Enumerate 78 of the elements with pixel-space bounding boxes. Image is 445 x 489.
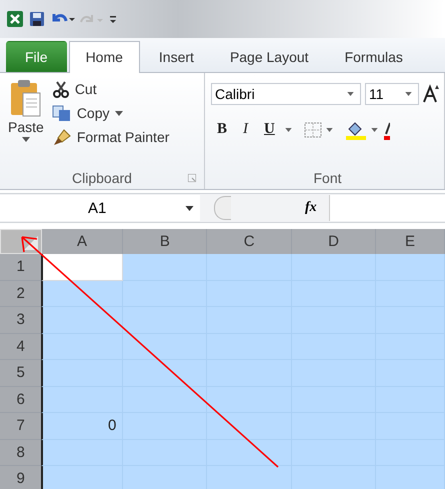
group-title: Clipboard xyxy=(72,170,132,186)
redo-icon xyxy=(80,14,104,24)
dropdown-arrow-icon xyxy=(185,206,194,210)
file-tab[interactable]: File xyxy=(6,41,67,72)
table-cell[interactable] xyxy=(41,360,124,386)
group-title: Font xyxy=(313,170,342,186)
copy-button[interactable]: Copy xyxy=(50,101,172,125)
row-header[interactable]: 6 xyxy=(0,386,42,413)
bold-button[interactable]: B xyxy=(211,119,234,140)
table-cell[interactable] xyxy=(41,386,124,413)
dropdown-arrow-icon[interactable] xyxy=(284,128,292,132)
cut-button[interactable]: Cut xyxy=(50,77,172,101)
copy-icon xyxy=(52,104,72,122)
table-cell[interactable] xyxy=(41,334,124,360)
row-header[interactable]: 2 xyxy=(0,280,42,307)
font-color-icon[interactable] xyxy=(382,120,390,140)
table-cell[interactable] xyxy=(207,254,292,280)
table-cell[interactable]: 0 xyxy=(41,413,124,440)
table-cell[interactable] xyxy=(123,334,208,360)
underline-button[interactable]: U xyxy=(258,119,281,140)
ribbon-tab[interactable]: Formulas xyxy=(328,41,420,72)
table-cell[interactable] xyxy=(41,254,124,280)
row-header[interactable]: 3 xyxy=(0,307,42,334)
ribbon-tab[interactable]: Insert xyxy=(142,41,211,72)
fill-color-icon[interactable] xyxy=(344,120,367,140)
row-header[interactable]: 5 xyxy=(0,360,42,386)
table-cell[interactable] xyxy=(207,413,292,440)
column-header[interactable]: B xyxy=(123,229,208,254)
table-cell[interactable] xyxy=(207,386,292,413)
resize-handle[interactable] xyxy=(214,196,231,220)
name-box[interactable]: A1 xyxy=(0,195,200,221)
dropdown-arrow-icon xyxy=(22,137,30,142)
paste-button[interactable]: Paste xyxy=(4,77,48,167)
table-cell[interactable] xyxy=(41,466,124,489)
row-header[interactable]: 8 xyxy=(0,440,42,466)
table-cell[interactable] xyxy=(123,254,208,280)
column-header[interactable]: D xyxy=(292,229,376,254)
table-cell[interactable] xyxy=(207,466,292,489)
table-cell[interactable] xyxy=(123,280,208,307)
table-cell[interactable] xyxy=(207,440,292,466)
font-size-field[interactable]: 11 xyxy=(365,83,419,105)
dropdown-arrow-icon[interactable] xyxy=(326,128,333,132)
dropdown-arrow-icon xyxy=(405,92,412,96)
insert-function-button[interactable]: fx xyxy=(301,198,321,218)
save-icon[interactable] xyxy=(28,10,46,28)
dropdown-arrow-icon xyxy=(347,92,354,96)
column-header[interactable]: A xyxy=(42,229,124,254)
italic-button[interactable]: I xyxy=(237,119,254,140)
table-cell[interactable] xyxy=(41,280,124,307)
ribbon-tab[interactable]: Home xyxy=(68,41,140,73)
dropdown-arrow-icon[interactable] xyxy=(370,128,378,132)
scissors-icon xyxy=(52,80,70,98)
dropdown-arrow-icon xyxy=(114,110,122,116)
triangle-icon xyxy=(24,236,38,250)
format-painter-button[interactable]: Format Painter xyxy=(50,125,172,149)
table-cell[interactable] xyxy=(41,440,124,466)
row-header[interactable]: 9 xyxy=(0,466,42,489)
spreadsheet-app-icon[interactable] xyxy=(6,10,24,28)
grow-font-icon[interactable] xyxy=(423,84,439,104)
dialog-launcher-icon[interactable] xyxy=(188,174,196,182)
borders-icon[interactable] xyxy=(304,122,322,138)
clipboard-icon xyxy=(8,79,43,117)
table-cell[interactable] xyxy=(123,307,208,334)
table-cell[interactable] xyxy=(123,360,208,386)
row-header[interactable]: 4 xyxy=(0,334,42,360)
column-header[interactable]: C xyxy=(207,229,292,254)
table-cell[interactable] xyxy=(292,254,376,280)
formula-input-field[interactable] xyxy=(328,195,445,221)
column-header[interactable]: E xyxy=(376,229,445,254)
font-name-field[interactable]: Calibri xyxy=(211,83,361,105)
row-header[interactable]: 1 xyxy=(0,254,42,280)
row-header[interactable]: 7 xyxy=(0,413,42,440)
table-cell[interactable] xyxy=(41,307,124,334)
select-all-button[interactable] xyxy=(0,229,42,254)
ribbon-tab[interactable]: Page Layout xyxy=(212,41,326,72)
table-cell[interactable] xyxy=(376,254,445,280)
table-cell[interactable] xyxy=(123,386,208,413)
brush-icon xyxy=(52,128,72,146)
